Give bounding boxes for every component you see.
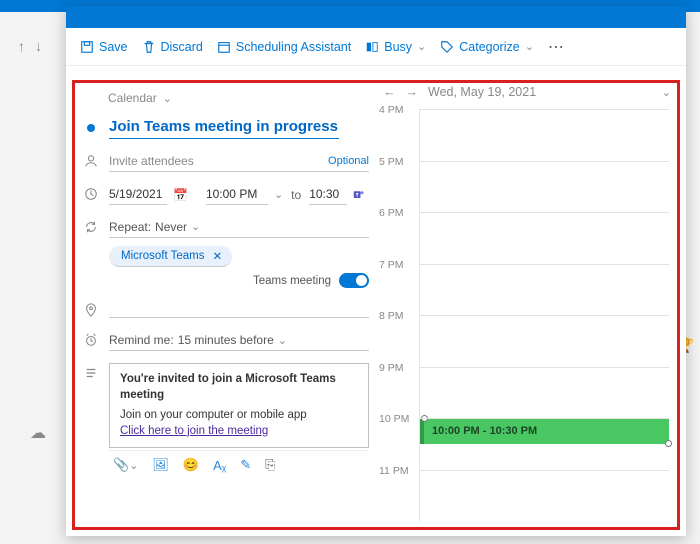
calendar-selector[interactable]: Calendar ⌄ [83, 91, 369, 105]
optional-button[interactable]: Optional [328, 155, 369, 167]
teams-meeting-toggle[interactable] [339, 273, 369, 288]
format-icon[interactable]: Aᵪ [213, 458, 226, 473]
hour-label: 7 PM [379, 259, 404, 271]
remove-chip-icon[interactable]: ✕ [213, 249, 223, 263]
background-nav-arrows: ↑↓ [18, 38, 42, 54]
trash-icon [142, 40, 156, 54]
more-button[interactable]: ⋯ [548, 37, 566, 57]
location-icon [83, 300, 99, 317]
chevron-down-icon: ⌄ [163, 92, 172, 105]
scheduling-assistant-button[interactable]: Scheduling Assistant [217, 40, 351, 54]
busy-dropdown[interactable]: Busy ⌄ [365, 40, 426, 54]
cloud-icon: ☁ [30, 423, 46, 443]
event-color-dot [87, 124, 95, 132]
draw-icon[interactable]: ✎ [240, 457, 251, 473]
save-button[interactable]: Save [80, 40, 128, 54]
calendar-event-block[interactable]: 10:00 PM - 10:30 PM [420, 418, 669, 444]
attach-icon[interactable]: 📎⌄ [113, 457, 138, 473]
day-schedule-pane: ← → Wed, May 19, 2021 ⌄ 10:00 PM - 10:30… [375, 83, 677, 527]
highlighted-region: Calendar ⌄ Invite attendees Optional [72, 80, 680, 530]
body-line: Join on your computer or mobile app [120, 408, 358, 424]
event-title-input[interactable] [109, 115, 339, 139]
emoji-icon[interactable]: 😊 [183, 457, 199, 473]
end-time-input[interactable] [309, 184, 347, 205]
reminder-icon [83, 330, 99, 347]
calendar-check-icon [217, 40, 231, 54]
location-chip[interactable]: Microsoft Teams ✕ [109, 246, 232, 267]
clock-icon [83, 184, 99, 201]
chevron-down-icon: ⌄ [274, 188, 283, 201]
location-input[interactable] [109, 300, 369, 318]
discard-button[interactable]: Discard [142, 40, 203, 54]
join-meeting-link[interactable]: Click here to join the meeting [120, 425, 268, 437]
chevron-down-icon: ⌄ [191, 220, 200, 234]
invite-attendees-input[interactable]: Invite attendees Optional [109, 151, 369, 172]
next-day-button[interactable]: → [406, 85, 419, 99]
hour-label: 6 PM [379, 207, 404, 219]
chevron-down-icon: ⌄ [525, 40, 534, 53]
teams-meeting-label: Teams meeting [253, 275, 331, 287]
event-body-editor[interactable]: You're invited to join a Microsoft Teams… [109, 363, 369, 448]
hour-label: 4 PM [379, 104, 404, 116]
repeat-icon [83, 217, 99, 234]
chevron-down-icon: ⌄ [417, 40, 426, 53]
busy-icon [365, 40, 379, 54]
date-input[interactable] [109, 184, 167, 205]
categorize-dropdown[interactable]: Categorize ⌄ [440, 40, 534, 54]
body-heading: You're invited to join a Microsoft Teams… [120, 372, 358, 403]
picture-icon[interactable]: 🖼 [152, 457, 169, 473]
chevron-down-icon: ⌄ [278, 334, 287, 347]
description-icon [83, 363, 99, 380]
people-icon [83, 151, 99, 168]
hour-label: 5 PM [379, 156, 404, 168]
hour-label: 9 PM [379, 362, 404, 374]
prev-day-button[interactable]: ← [383, 85, 396, 99]
event-form: Calendar ⌄ Invite attendees Optional [75, 83, 375, 527]
rich-text-toolbar: 📎⌄ 🖼 😊 Aᵪ ✎ ⎘ [109, 450, 369, 473]
to-label: to [291, 188, 301, 202]
hour-label: 10 PM [379, 413, 409, 425]
start-time-input[interactable] [206, 184, 268, 205]
hour-label: 8 PM [379, 310, 404, 322]
insert-icon[interactable]: ⎘ [265, 457, 275, 473]
command-bar: Save Discard Scheduling Assistant Busy ⌄… [66, 28, 686, 66]
save-icon [80, 40, 94, 54]
hour-label: 11 PM [379, 465, 409, 477]
tag-icon [440, 40, 454, 54]
modal-titlebar [66, 6, 686, 28]
calendar-picker-icon[interactable]: 📅 [173, 188, 188, 202]
schedule-date-label: Wed, May 19, 2021 [428, 85, 536, 99]
event-editor-modal: Save Discard Scheduling Assistant Busy ⌄… [66, 6, 686, 536]
reminder-dropdown[interactable]: Remind me: 15 minutes before ⌄ [109, 330, 369, 351]
chevron-down-icon[interactable]: ⌄ [662, 86, 671, 99]
repeat-dropdown[interactable]: Repeat: Never ⌄ [109, 217, 369, 238]
teams-icon [353, 189, 365, 201]
